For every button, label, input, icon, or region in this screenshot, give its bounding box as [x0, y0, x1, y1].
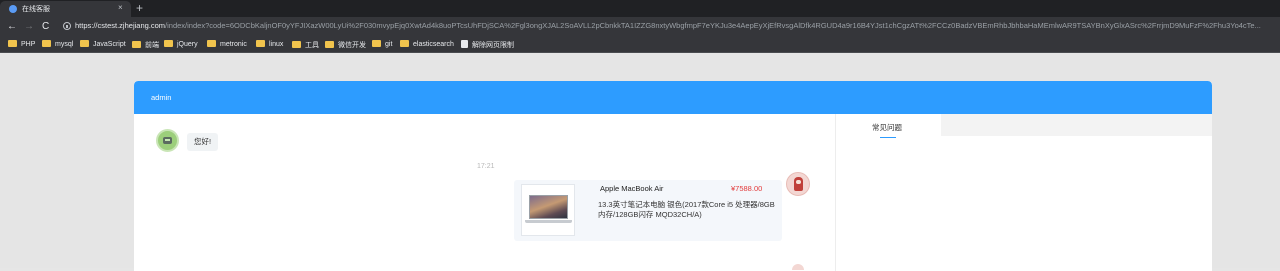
address-bar[interactable]: https://cstest.zjhejiang.com/index/index…	[75, 21, 1275, 30]
site-info-icon[interactable]	[63, 22, 71, 30]
browser-tab-bar: 在线客服 × +	[0, 0, 1280, 17]
page-content: admin 您好! 17:21 Apple MacBook Air ¥7588.…	[0, 54, 1280, 271]
tab-faq[interactable]: 常见问题	[836, 114, 941, 136]
bookmark-git[interactable]: git	[372, 40, 392, 50]
bookmark-mysql[interactable]: mysql	[42, 40, 73, 50]
side-tabs: 常见问题	[836, 114, 1212, 136]
message-list[interactable]: 您好! 17:21 Apple MacBook Air ¥7588.00 13.…	[134, 114, 835, 271]
user-avatar	[792, 264, 804, 270]
folder-icon	[8, 40, 17, 47]
active-tab-indicator	[880, 137, 896, 138]
browser-toolbar: ← → C https://cstest.zjhejiang.com/index…	[0, 17, 1280, 37]
page-icon	[461, 40, 468, 48]
product-description: 13.3英寸笔记本电脑 银色(2017款Core i5 处理器/8GB内存/12…	[598, 200, 775, 219]
tab-close-icon[interactable]: ×	[118, 3, 123, 13]
folder-icon	[42, 40, 51, 47]
folder-icon	[132, 41, 141, 48]
tab-title: 在线客服	[22, 6, 50, 13]
greeting-message: 您好!	[187, 133, 219, 151]
product-price: ¥7588.00	[731, 184, 763, 193]
product-image	[521, 184, 575, 236]
folder-icon	[325, 41, 334, 48]
chat-window: admin 您好! 17:21 Apple MacBook Air ¥7588.…	[134, 81, 1212, 271]
folder-icon	[292, 41, 301, 48]
bookmark-wechat-dev[interactable]: 微信开发	[325, 40, 366, 50]
folder-icon	[80, 40, 89, 47]
folder-icon	[400, 40, 409, 47]
back-icon[interactable]: ←	[7, 19, 17, 35]
bookmark-metronic[interactable]: metronic	[207, 40, 247, 50]
bookmark-php[interactable]: PHP	[8, 40, 35, 50]
folder-icon	[207, 40, 216, 47]
url-path: /index/index?code=6ODCbKaljnOF0yYFJIXazW…	[165, 21, 1261, 30]
bookmark-tools[interactable]: 工具	[292, 40, 319, 50]
bookmark-frontend[interactable]: 前端	[132, 40, 159, 50]
user-avatar	[786, 172, 810, 196]
folder-icon	[164, 40, 173, 47]
url-host: https://cstest.zjhejiang.com	[75, 21, 166, 30]
browser-tab[interactable]: 在线客服 ×	[0, 1, 131, 17]
bookmark-jquery[interactable]: jQuery	[164, 40, 198, 50]
bookmark-linux[interactable]: linux	[256, 40, 283, 50]
message-timestamp: 17:21	[477, 163, 495, 170]
bookmark-unlock-page[interactable]: 解除网页限制	[461, 40, 514, 50]
agent-avatar	[156, 129, 179, 152]
side-panel: 常见问题	[835, 114, 1212, 271]
bookmark-elasticsearch[interactable]: elasticsearch	[400, 40, 454, 50]
chat-header: admin	[134, 81, 1212, 114]
bookmark-javascript[interactable]: JavaScript	[80, 40, 126, 50]
folder-icon	[256, 40, 265, 47]
new-tab-button[interactable]: +	[136, 1, 143, 15]
tab-faq-label: 常见问题	[872, 123, 902, 132]
laptop-icon	[529, 195, 568, 219]
reload-icon[interactable]: C	[42, 19, 49, 35]
bookmarks-bar: PHP mysql JavaScript 前端 jQuery metronic …	[0, 37, 1280, 53]
folder-icon	[372, 40, 381, 47]
product-name: Apple MacBook Air	[600, 184, 664, 193]
chat-header-title: admin	[151, 93, 172, 102]
product-card[interactable]: Apple MacBook Air ¥7588.00 13.3英寸笔记本电脑 银…	[514, 180, 782, 241]
forward-icon[interactable]: →	[24, 19, 34, 35]
tab-favicon-icon	[9, 5, 17, 13]
